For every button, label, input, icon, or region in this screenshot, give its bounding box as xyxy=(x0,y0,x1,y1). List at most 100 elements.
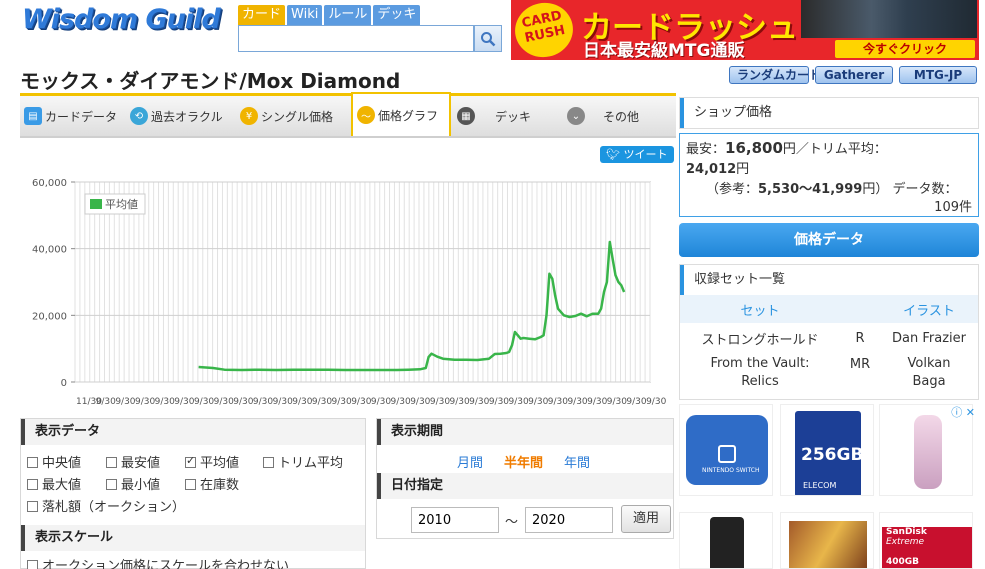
search-tab-rule[interactable]: ルール xyxy=(324,5,372,25)
x-tick-label: 9/30 xyxy=(528,397,548,407)
y-tick-label: 20,000 xyxy=(32,311,67,322)
x-tick-label: 9/30 xyxy=(489,397,509,407)
ad-sandisk[interactable]: SanDisk Extreme 400GB xyxy=(879,512,973,569)
x-tick-label: 9/30 xyxy=(469,397,489,407)
tab-label: シングル価格 xyxy=(261,109,334,124)
tab-other[interactable]: ⌄ その他 xyxy=(567,96,639,136)
ref-end: 円） xyxy=(862,182,889,197)
table-row: From the Vault: Relics MR Volkan Baga xyxy=(680,353,978,393)
option-stock[interactable]: 在庫数 xyxy=(185,474,239,493)
set-column-header: セット xyxy=(680,295,840,323)
card-tabs: ▤ カードデータ ⟲ 過去オラクル ¥ シングル価格 〜価格グラフ ▦ デッキ ⌄ その他 xyxy=(20,92,676,138)
cardrush-logo: CARD RUSH xyxy=(511,0,578,60)
ad-switch-case[interactable]: NINTENDO SWITCH xyxy=(679,404,773,496)
option-max[interactable]: 最大値 xyxy=(27,474,81,493)
graph-icon: 〜 xyxy=(357,106,375,124)
shop-price-header: ショップ価格 xyxy=(679,97,979,129)
option-auction-scale[interactable]: オークション価格にスケールを合わせない xyxy=(27,555,289,569)
banner-subtitle: 日本最安級MTG通販 xyxy=(583,41,745,60)
table-row: ストロングホールド R Dan Frazier xyxy=(680,323,978,353)
banner-click-button[interactable]: 今すぐクリック xyxy=(835,40,975,58)
option-min[interactable]: 最小値 xyxy=(106,474,160,493)
set-name[interactable]: From the Vault: Relics xyxy=(680,353,840,393)
x-tick-label: 9/30 xyxy=(626,397,646,407)
date-from-input[interactable] xyxy=(411,507,499,533)
option-average[interactable]: 平均値 xyxy=(185,452,239,471)
page-title: モックス・ダイアモンド/Mox Diamond xyxy=(20,69,401,93)
search-input[interactable] xyxy=(238,25,474,52)
x-tick-label: 9/30 xyxy=(174,397,194,407)
option-auction[interactable]: 落札額（オークション） xyxy=(27,496,185,515)
gatherer-button[interactable]: Gatherer xyxy=(815,66,893,84)
checkbox[interactable] xyxy=(27,457,38,468)
x-tick-label: 9/30 xyxy=(371,397,391,407)
tab-card-data[interactable]: ▤ カードデータ xyxy=(24,96,117,136)
ad-cards[interactable] xyxy=(780,512,874,569)
ad-banner-cardrush[interactable]: CARD RUSH カードラッシュ 日本最安級MTG通販 今すぐクリック xyxy=(511,0,979,60)
x-tick-label: 9/30 xyxy=(135,397,155,407)
tab-past-oracle[interactable]: ⟲ 過去オラクル xyxy=(130,96,223,136)
tweet-button[interactable]: 🐦︎ ツイート xyxy=(600,146,674,163)
tab-price-graph[interactable]: 〜価格グラフ xyxy=(351,92,451,136)
search-tab-wiki[interactable]: Wiki xyxy=(287,5,323,25)
sandisk-model: Extreme xyxy=(886,537,925,547)
site-logo[interactable]: Wisdom Guild xyxy=(22,4,222,44)
display-data-title: 表示データ xyxy=(21,419,365,445)
figure-image xyxy=(914,415,942,489)
period-yearly-link[interactable]: 年間 xyxy=(564,452,590,471)
switch-logo-icon xyxy=(718,445,736,463)
option-label: 落札額（オークション） xyxy=(42,500,186,515)
tab-label: 過去オラクル xyxy=(151,109,223,124)
legend-label: 平均値 xyxy=(105,198,138,211)
date-to-input[interactable] xyxy=(525,507,613,533)
watch-image xyxy=(710,517,744,568)
set-name[interactable]: ストロングホールド xyxy=(680,323,840,353)
mtgjp-button[interactable]: MTG-JP xyxy=(899,66,977,84)
trim-label: ／トリム平均： xyxy=(795,142,887,157)
option-trim-average[interactable]: トリム平均 xyxy=(263,452,343,471)
option-median[interactable]: 中央値 xyxy=(27,452,81,471)
sandisk-size: 400GB xyxy=(886,557,920,567)
chevron-down-icon: ⌄ xyxy=(567,107,585,125)
period-panel: 表示期間 月間 半年間 年間 日付指定 〜 適用 xyxy=(376,418,674,539)
trim-value: 24,012 xyxy=(686,162,737,177)
y-tick-label: 0 xyxy=(61,378,67,389)
search-tab-card[interactable]: カード xyxy=(238,5,286,25)
checkbox[interactable] xyxy=(106,479,117,490)
sd-brand: ELECOM xyxy=(803,481,837,490)
tab-single-price[interactable]: ¥ シングル価格 xyxy=(240,96,333,136)
tab-label: 価格グラフ xyxy=(378,108,439,123)
checkbox[interactable] xyxy=(27,479,38,490)
artist[interactable]: Volkan Baga xyxy=(880,353,978,393)
sandisk-brand: SanDisk xyxy=(886,527,927,537)
sd-capacity: 256GB xyxy=(801,445,864,465)
period-halfyear-link[interactable]: 半年間 xyxy=(504,452,543,471)
option-lowest[interactable]: 最安値 xyxy=(106,452,160,471)
count-label: データ数： xyxy=(892,182,958,197)
sets-title: 収録セット一覧 xyxy=(680,265,978,295)
period-monthly-link[interactable]: 月間 xyxy=(457,452,483,471)
checkbox[interactable] xyxy=(263,457,274,468)
display-data-panel: 表示データ 中央値 最安値 平均値 トリム平均 最大値 最小値 在庫数 落札額（… xyxy=(20,418,366,569)
price-data-button[interactable]: 価格データ xyxy=(679,223,979,257)
adchoices-icon[interactable]: ⓘ ✕ xyxy=(945,404,975,419)
sets-table: セット イラスト ストロングホールド R Dan Frazier From th… xyxy=(680,295,978,393)
apply-button[interactable]: 適用 xyxy=(621,505,671,533)
artist[interactable]: Dan Frazier xyxy=(880,323,978,353)
search-button[interactable] xyxy=(474,25,502,52)
option-label: オークション価格にスケールを合わせない xyxy=(42,559,290,569)
ad-watch[interactable] xyxy=(679,512,773,569)
sets-panel: 収録セット一覧 セット イラスト ストロングホールド R Dan Frazier… xyxy=(679,264,979,400)
card-icon: ▤ xyxy=(24,107,42,125)
date-range: 〜 適用 xyxy=(377,499,673,537)
ad-sd-card[interactable]: 256GB ELECOM xyxy=(780,404,874,496)
checkbox[interactable] xyxy=(106,457,117,468)
checkbox[interactable] xyxy=(27,501,38,512)
random-card-button[interactable]: ランダムカード xyxy=(729,66,821,84)
search-tab-deck[interactable]: デッキ xyxy=(373,5,421,25)
checkbox[interactable] xyxy=(185,479,196,490)
checkbox-checked[interactable] xyxy=(185,454,196,468)
yen-label: 円 xyxy=(782,142,796,157)
tab-deck[interactable]: ▦ デッキ xyxy=(457,96,531,136)
checkbox[interactable] xyxy=(27,560,38,569)
